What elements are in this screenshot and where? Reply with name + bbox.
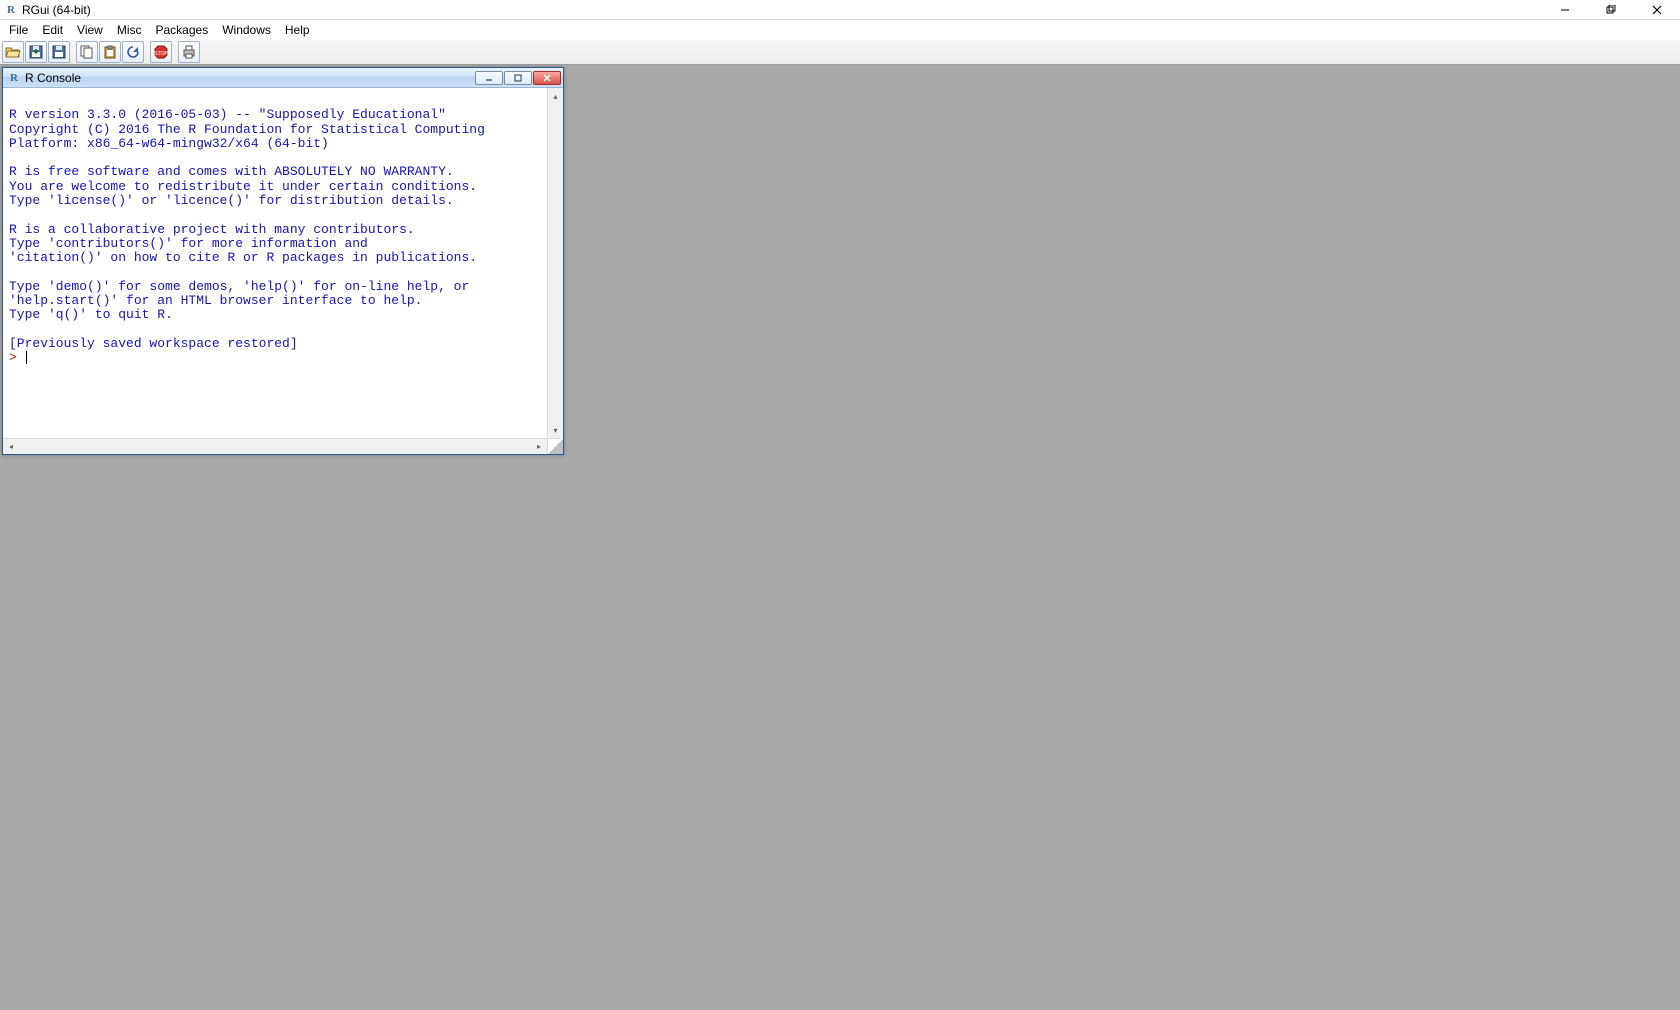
open-folder-icon xyxy=(5,44,21,60)
copy-button[interactable] xyxy=(76,41,98,63)
menu-help[interactable]: Help xyxy=(278,21,317,39)
console-r-icon: R xyxy=(7,71,21,85)
console-minimize-button[interactable] xyxy=(475,71,503,85)
printer-icon xyxy=(181,44,197,60)
toolbar: STOP xyxy=(0,39,1680,65)
main-window-titlebar: R RGui (64-bit) xyxy=(0,0,1680,20)
console-window-controls xyxy=(475,71,563,85)
console-cursor xyxy=(26,351,27,364)
copy-paste-button[interactable] xyxy=(122,41,144,63)
menu-view[interactable]: View xyxy=(70,21,110,39)
floppy-in-icon xyxy=(28,44,44,60)
main-window-title: RGui (64-bit) xyxy=(22,3,91,17)
console-vertical-scrollbar[interactable]: ▴ ▾ xyxy=(547,88,563,438)
print-button[interactable] xyxy=(178,41,200,63)
scroll-left-icon[interactable]: ◂ xyxy=(3,440,19,454)
console-body: R version 3.3.0 (2016-05-03) -- "Suppose… xyxy=(3,88,563,454)
refresh-icon xyxy=(125,44,141,60)
menu-misc[interactable]: Misc xyxy=(110,21,149,39)
console-text-area[interactable]: R version 3.3.0 (2016-05-03) -- "Suppose… xyxy=(3,88,547,438)
save-workspace-button[interactable] xyxy=(48,41,70,63)
copy-icon xyxy=(79,44,95,60)
scroll-down-icon[interactable]: ▾ xyxy=(549,422,563,438)
console-prompt: > xyxy=(9,350,25,365)
console-resize-grip[interactable] xyxy=(547,438,563,454)
svg-text:STOP: STOP xyxy=(154,51,168,57)
menu-windows[interactable]: Windows xyxy=(215,21,278,39)
menu-file[interactable]: File xyxy=(2,21,35,39)
menu-edit[interactable]: Edit xyxy=(35,21,70,39)
console-horizontal-scrollbar[interactable]: ◂ ▸ xyxy=(3,438,547,454)
main-window-controls xyxy=(1542,0,1680,19)
console-output-text: R version 3.3.0 (2016-05-03) -- "Suppose… xyxy=(9,107,485,351)
console-close-button[interactable] xyxy=(533,71,561,85)
minimize-button[interactable] xyxy=(1542,0,1588,20)
console-window: R R Console R version 3.3.0 (2016-05-03)… xyxy=(2,67,564,455)
scroll-right-icon[interactable]: ▸ xyxy=(531,440,547,454)
app-r-icon: R xyxy=(4,3,18,17)
stop-icon: STOP xyxy=(153,44,169,60)
stop-button[interactable]: STOP xyxy=(150,41,172,63)
console-titlebar[interactable]: R R Console xyxy=(3,68,563,88)
open-script-button[interactable] xyxy=(2,41,24,63)
maximize-restore-button[interactable] xyxy=(1588,0,1634,20)
scroll-up-icon[interactable]: ▴ xyxy=(549,88,563,104)
console-window-title: R Console xyxy=(25,71,81,85)
close-button[interactable] xyxy=(1634,0,1680,20)
load-workspace-button[interactable] xyxy=(25,41,47,63)
console-maximize-button[interactable] xyxy=(504,71,532,85)
menu-bar: File Edit View Misc Packages Windows Hel… xyxy=(0,20,1680,39)
menu-packages[interactable]: Packages xyxy=(149,21,216,39)
paste-icon xyxy=(102,44,118,60)
mdi-client-area: R R Console R version 3.3.0 (2016-05-03)… xyxy=(0,65,1680,1010)
paste-button[interactable] xyxy=(99,41,121,63)
floppy-icon xyxy=(51,44,67,60)
